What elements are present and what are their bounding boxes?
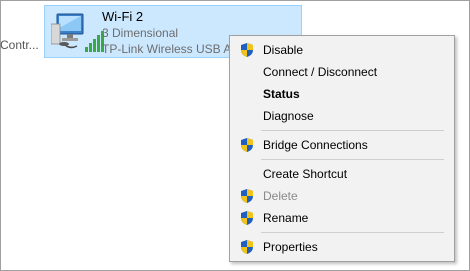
menu-separator xyxy=(261,159,444,160)
uac-shield-icon xyxy=(241,189,253,203)
adapter-status: 3 Dimensional xyxy=(102,26,179,40)
menu-item-label: Connect / Disconnect xyxy=(263,65,378,79)
menu-item-disable[interactable]: Disable xyxy=(232,39,452,61)
menu-separator xyxy=(261,232,444,233)
menu-item-label: Status xyxy=(263,87,300,101)
menu-item-label: Rename xyxy=(263,211,309,225)
menu-item-label: Diagnose xyxy=(263,109,314,123)
menu-item-delete: Delete xyxy=(232,185,452,207)
uac-shield-icon xyxy=(241,138,253,152)
uac-shield-icon xyxy=(241,211,253,225)
wifi-adapter-icon xyxy=(51,13,104,52)
menu-item-rename[interactable]: Rename xyxy=(232,207,452,229)
menu-item-label: Disable xyxy=(263,43,304,57)
menu-item-status[interactable]: Status xyxy=(232,83,452,105)
adapter-name: Wi-Fi 2 xyxy=(102,9,144,24)
menu-item-connect-disconnect[interactable]: Connect / Disconnect xyxy=(232,61,452,83)
menu-item-label: Delete xyxy=(263,189,298,203)
menu-item-diagnose[interactable]: Diagnose xyxy=(232,105,452,127)
context-menu: Disable Connect / Disconnect Status Diag… xyxy=(229,35,455,262)
menu-item-bridge-connections[interactable]: Bridge Connections xyxy=(232,134,452,156)
uac-shield-icon xyxy=(241,240,253,254)
menu-item-create-shortcut[interactable]: Create Shortcut xyxy=(232,163,452,185)
menu-separator xyxy=(261,130,444,131)
uac-shield-icon xyxy=(241,43,253,57)
menu-item-label: Bridge Connections xyxy=(263,138,368,152)
menu-item-properties[interactable]: Properties xyxy=(232,236,452,258)
menu-item-label: Create Shortcut xyxy=(263,167,348,181)
background-connection-label[interactable]: Contr... xyxy=(0,38,42,52)
menu-item-label: Properties xyxy=(263,240,318,254)
